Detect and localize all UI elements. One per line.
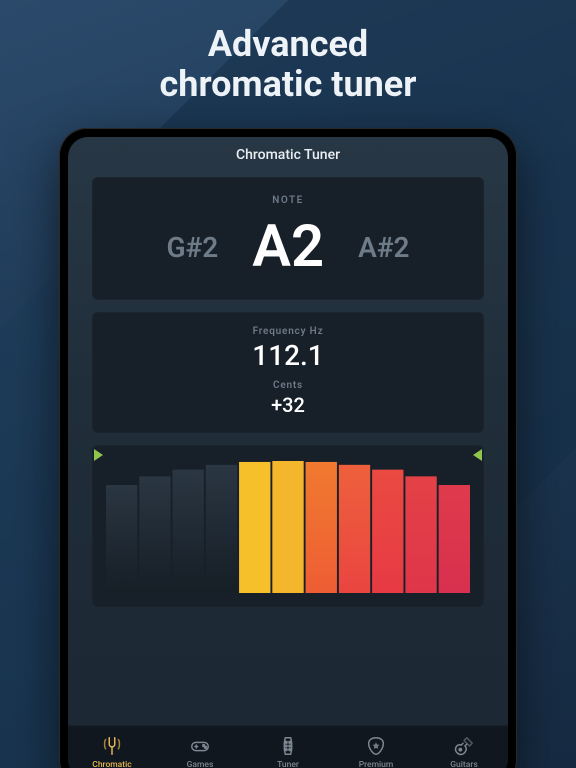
meter-bar <box>405 476 436 593</box>
tab-guitars[interactable]: Guitars <box>420 735 508 768</box>
meter-bar <box>173 470 204 593</box>
app-title: Chromatic Tuner <box>68 137 508 171</box>
meter-bar <box>206 465 237 593</box>
meter <box>106 457 470 593</box>
gamepad-icon <box>189 735 211 757</box>
meter-bar <box>339 465 370 593</box>
note-next: A#2 <box>358 231 409 264</box>
tab-games[interactable]: Games <box>156 735 244 768</box>
note-panel: NOTE G#2 A2 A#2 <box>92 177 484 300</box>
guitar-icon <box>453 735 475 757</box>
tab-label: Guitars <box>450 760 477 768</box>
meter-pointer-left-icon <box>94 449 103 461</box>
headline-line-1: Advanced <box>208 23 368 65</box>
tab-label: Chromatic <box>92 760 131 768</box>
meter-panel <box>92 445 484 607</box>
cents-value: +32 <box>110 393 466 417</box>
tab-chromatic[interactable]: Chromatic <box>68 735 156 768</box>
tuning-fork-icon <box>101 735 123 757</box>
note-label: NOTE <box>110 195 466 206</box>
promo-headline: Advanced chromatic tuner <box>0 24 576 105</box>
tab-tuner[interactable]: Tuner <box>244 735 332 768</box>
note-current: A2 <box>252 218 324 276</box>
tab-bar: Chromatic Games <box>68 725 508 768</box>
frequency-value: 112.1 <box>110 339 466 372</box>
meter-bar <box>372 470 403 593</box>
meter-bar <box>139 476 170 593</box>
app-screen: Chromatic Tuner NOTE G#2 A2 A#2 Frequenc… <box>68 137 508 768</box>
meter-pointer-right-icon <box>473 449 482 461</box>
meter-bar <box>239 462 270 593</box>
tablet-frame: Chromatic Tuner NOTE G#2 A2 A#2 Frequenc… <box>59 128 517 768</box>
meter-bars <box>106 457 470 593</box>
tab-label: Games <box>187 760 214 768</box>
headline-line-2: chromatic tuner <box>160 63 417 105</box>
meter-bar <box>439 485 470 593</box>
guitar-head-icon <box>277 735 299 757</box>
note-row: G#2 A2 A#2 <box>110 218 466 276</box>
meter-bar <box>306 462 337 593</box>
meter-bar <box>106 485 137 593</box>
tab-label: Tuner <box>277 760 299 768</box>
frequency-panel: Frequency Hz 112.1 Cents +32 <box>92 312 484 433</box>
cents-label: Cents <box>110 380 466 391</box>
tab-label: Premium <box>359 760 394 768</box>
pick-star-icon <box>365 735 387 757</box>
meter-bar <box>272 461 303 593</box>
tab-premium[interactable]: Premium <box>332 735 420 768</box>
note-prev: G#2 <box>166 231 218 264</box>
frequency-label: Frequency Hz <box>110 326 466 337</box>
